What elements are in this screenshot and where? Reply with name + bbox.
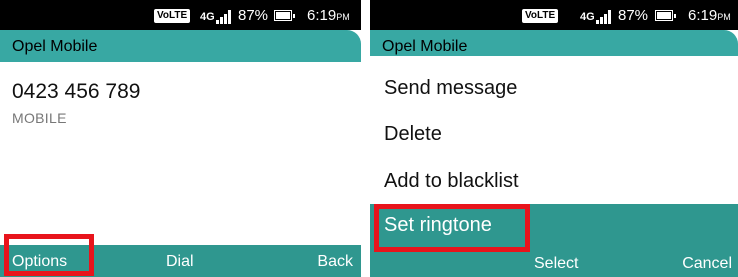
back-softkey[interactable]: Back [317, 245, 353, 277]
menu-item-set-ringtone[interactable]: Set ringtone [370, 204, 738, 250]
cancel-softkey[interactable]: Cancel [682, 249, 732, 277]
clock: 6:19PM [688, 7, 731, 24]
options-menu-screen: VoLTE 4G 87% 6:19PM Opel Mobile Send mes… [370, 0, 738, 277]
options-softkey[interactable]: Options [12, 245, 67, 277]
volte-icon: VoLTE [154, 9, 191, 23]
softkey-bar: Select Cancel [370, 249, 738, 277]
volte-icon: VoLTE [522, 9, 559, 23]
signal-icon [216, 10, 231, 24]
menu-item-send-message[interactable]: Send message [384, 77, 517, 100]
contact-title: Opel Mobile [0, 30, 361, 62]
status-bar: VoLTE 4G 87% 6:19PM [0, 0, 361, 30]
menu-item-delete[interactable]: Delete [384, 123, 442, 146]
battery-icon [274, 10, 295, 21]
network-type-label: 4G [580, 11, 595, 23]
battery-percent: 87% [618, 7, 649, 24]
phone-number: 0423 456 789 [12, 80, 141, 103]
menu-item-set-ringtone-label: Set ringtone [384, 214, 492, 236]
select-softkey[interactable]: Select [534, 249, 578, 277]
menu-item-add-to-blacklist[interactable]: Add to blacklist [384, 170, 519, 193]
number-type-label: MOBILE [12, 110, 67, 126]
softkey-bar: Options Dial Back [0, 245, 361, 277]
dial-softkey[interactable]: Dial [166, 245, 194, 277]
network-type-label: 4G [200, 11, 215, 23]
status-bar: VoLTE 4G 87% 6:19PM [370, 0, 738, 30]
signal-icon [596, 10, 611, 24]
battery-percent: 87% [238, 7, 269, 24]
battery-icon [655, 10, 676, 21]
contact-screen: VoLTE 4G 87% 6:19PM Opel Mobile 0423 456… [0, 0, 361, 277]
clock: 6:19PM [307, 7, 350, 24]
